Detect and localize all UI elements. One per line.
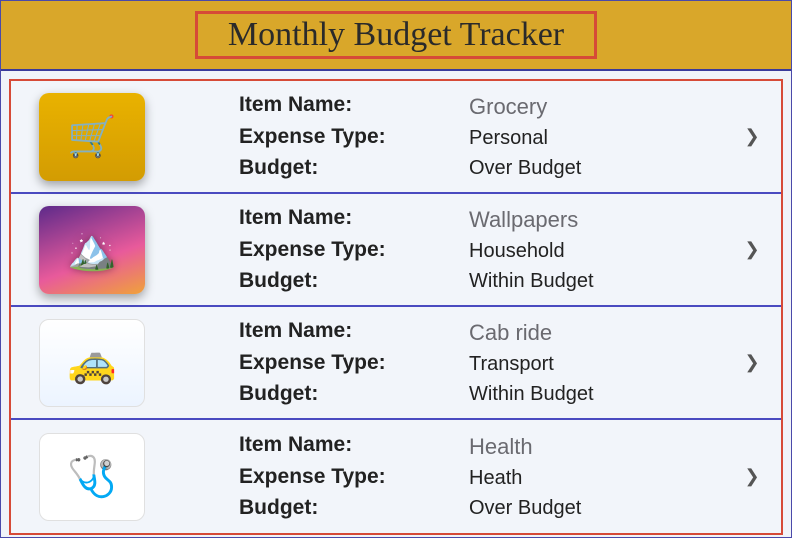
header-bar: Monthly Budget Tracker xyxy=(1,1,791,71)
label-budget: Budget: xyxy=(239,492,469,524)
labels-col: Item Name: Expense Type: Budget: xyxy=(239,89,469,184)
value-name: Wallpapers xyxy=(469,203,735,236)
expense-row[interactable]: 🏔️ Item Name: Expense Type: Budget: Wall… xyxy=(11,194,781,307)
chevron-right-icon[interactable]: ❯ xyxy=(735,239,769,260)
values-col: Wallpapers Household Within Budget xyxy=(469,203,735,296)
value-budget: Over Budget xyxy=(469,493,735,523)
health-icon: 🩺 xyxy=(39,433,145,521)
cab-icon: 🚕 xyxy=(39,319,145,407)
labels-col: Item Name: Expense Type: Budget: xyxy=(239,429,469,524)
value-name: Cab ride xyxy=(469,316,735,349)
thumb-col: 🛒 xyxy=(39,93,239,181)
label-name: Item Name: xyxy=(239,315,469,347)
label-name: Item Name: xyxy=(239,89,469,121)
expense-list: 🛒 Item Name: Expense Type: Budget: Groce… xyxy=(9,79,783,535)
label-type: Expense Type: xyxy=(239,461,469,493)
value-budget: Within Budget xyxy=(469,379,735,409)
labels-col: Item Name: Expense Type: Budget: xyxy=(239,202,469,297)
value-type: Heath xyxy=(469,463,735,493)
label-name: Item Name: xyxy=(239,202,469,234)
thumb-col: 🩺 xyxy=(39,433,239,521)
expense-row[interactable]: 🛒 Item Name: Expense Type: Budget: Groce… xyxy=(11,81,781,194)
expense-row[interactable]: 🩺 Item Name: Expense Type: Budget: Healt… xyxy=(11,420,781,533)
thumb-col: 🚕 xyxy=(39,319,239,407)
label-budget: Budget: xyxy=(239,152,469,184)
values-col: Cab ride Transport Within Budget xyxy=(469,316,735,409)
label-budget: Budget: xyxy=(239,378,469,410)
label-type: Expense Type: xyxy=(239,234,469,266)
value-type: Personal xyxy=(469,123,735,153)
labels-col: Item Name: Expense Type: Budget: xyxy=(239,315,469,410)
value-budget: Within Budget xyxy=(469,266,735,296)
expense-row[interactable]: 🚕 Item Name: Expense Type: Budget: Cab r… xyxy=(11,307,781,420)
chevron-right-icon[interactable]: ❯ xyxy=(735,466,769,487)
thumb-col: 🏔️ xyxy=(39,206,239,294)
grocery-icon: 🛒 xyxy=(39,93,145,181)
page-title: Monthly Budget Tracker xyxy=(195,11,597,59)
value-name: Health xyxy=(469,430,735,463)
wallpaper-icon: 🏔️ xyxy=(39,206,145,294)
label-budget: Budget: xyxy=(239,265,469,297)
value-type: Household xyxy=(469,236,735,266)
chevron-right-icon[interactable]: ❯ xyxy=(735,352,769,373)
label-type: Expense Type: xyxy=(239,347,469,379)
value-name: Grocery xyxy=(469,90,735,123)
values-col: Grocery Personal Over Budget xyxy=(469,90,735,183)
chevron-right-icon[interactable]: ❯ xyxy=(735,126,769,147)
label-type: Expense Type: xyxy=(239,121,469,153)
values-col: Health Heath Over Budget xyxy=(469,430,735,523)
label-name: Item Name: xyxy=(239,429,469,461)
value-budget: Over Budget xyxy=(469,153,735,183)
value-type: Transport xyxy=(469,349,735,379)
